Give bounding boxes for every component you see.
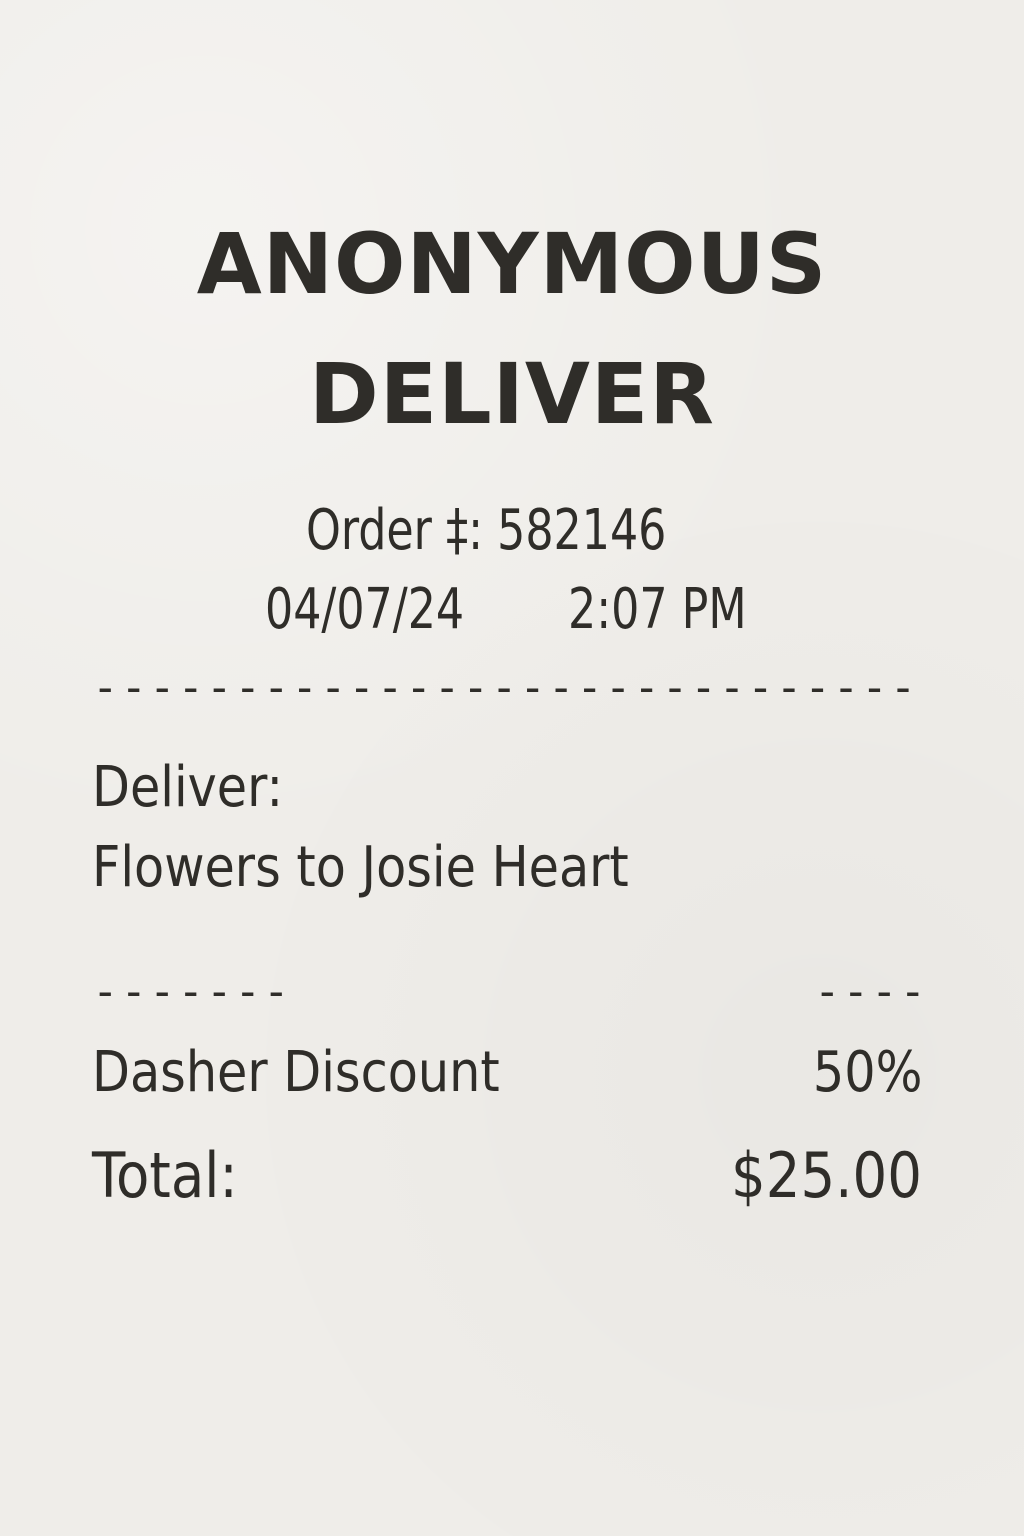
delivery-item: Flowers to Josie Heart [92, 835, 629, 900]
receipt-title-line-1: ANONYMOUS [196, 215, 828, 313]
order-time: 2:07 PM [568, 577, 747, 642]
order-number: Order ‡: 582146 [306, 498, 667, 563]
delivery-label: Deliver: [92, 755, 284, 820]
discount-label: Dasher Discount [92, 1040, 500, 1105]
receipt-title-line-2: DELIVER [309, 345, 715, 443]
receipt: ANONYMOUS DELIVER Order ‡: 582146 04/07/… [0, 0, 1024, 1536]
total-value: $25.00 [731, 1139, 922, 1212]
summary-right-divider: ---- [814, 970, 924, 1014]
summary-left-divider: ------- [92, 970, 292, 1014]
order-date: 04/07/24 [265, 577, 465, 642]
discount-value: 50% [812, 1040, 922, 1105]
total-label: Total: [92, 1139, 238, 1212]
top-dashed-divider: ------------------------------------ [92, 666, 924, 710]
